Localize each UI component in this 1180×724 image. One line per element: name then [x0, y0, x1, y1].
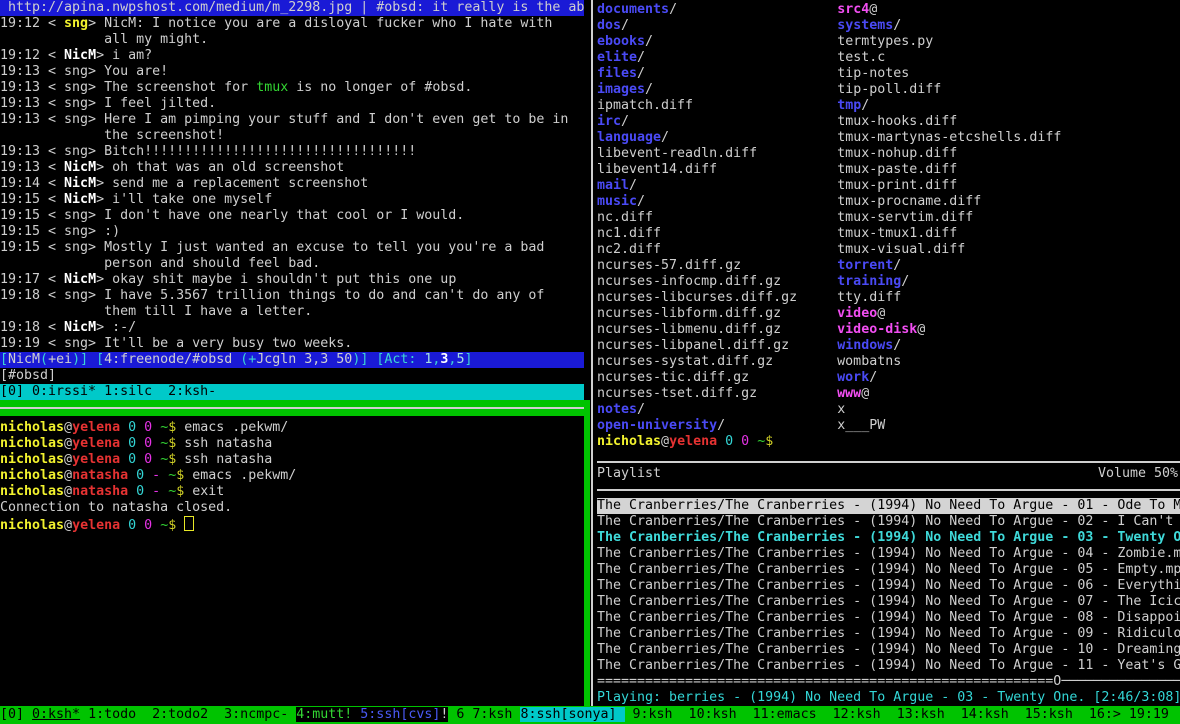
irc-line: 19:13 < sng> Bitch!!!!!!!!!!!!!!!!!!!!!!…	[0, 144, 584, 160]
irc-input-line[interactable]: [#obsd]	[0, 368, 584, 384]
track-row[interactable]: The Cranberries/The Cranberries - (1994)…	[597, 626, 1180, 642]
irc-status-bar: [NicM(+ei)] [4:freenode/#obsd (+Jcgln 3,…	[0, 352, 584, 368]
inner-screen-window-bar[interactable]: [0] 0:irssi* 1:silc 2:ksh-	[0, 384, 584, 400]
split-line	[0, 407, 590, 409]
irc-message-area: 19:12 < sng> NicM: I notice you are a di…	[0, 16, 584, 352]
file-row: nicholas@yelena 0 0 ~$	[597, 434, 1180, 450]
irc-line: 19:18 < sng> I have 5.3567 trillion thin…	[0, 288, 584, 304]
irc-line: 19:14 < NicM> send me a replacement scre…	[0, 176, 584, 192]
file-row: ncurses-libpanel.diff.gz windows/	[597, 338, 1180, 354]
track-row[interactable]: The Cranberries/The Cranberries - (1994)…	[597, 578, 1180, 594]
irc-line: them till I have a letter.	[0, 304, 584, 320]
file-row: nc.diff tmux-servtim.diff	[597, 210, 1180, 226]
irc-line: 19:13 < NicM> oh that was an old screens…	[0, 160, 584, 176]
file-row: nc1.diff tmux-tmux1.diff	[597, 226, 1180, 242]
file-row: ncurses-tic.diff.gz work/	[597, 370, 1180, 386]
file-row: ncurses-libcurses.diff.gz tty.diff	[597, 290, 1180, 306]
playlist-progress-bar[interactable]: ========================================…	[597, 674, 1180, 690]
shell-line: Connection to natasha closed.	[0, 500, 584, 516]
track-row[interactable]: The Cranberries/The Cranberries - (1994)…	[597, 594, 1180, 610]
text-cursor	[184, 516, 194, 531]
irc-pane[interactable]: http://apina.nwpshost.com/medium/m_2298.…	[0, 0, 584, 706]
shell-line: nicholas@yelena 0 0 ~$ emacs .pekwm/	[0, 420, 584, 436]
irc-line: 19:15 < NicM> i'll take one myself	[0, 192, 584, 208]
track-row[interactable]: The Cranberries/The Cranberries - (1994)…	[597, 530, 1180, 546]
file-listing-pane[interactable]: documents/ src4@dos/ systems/ebooks/ ter…	[597, 2, 1180, 450]
playlist-header-line	[597, 489, 1180, 491]
shell-line: nicholas@natasha 0 - ~$ emacs .pekwm/	[0, 468, 584, 484]
shell-line: nicholas@yelena 0 0 ~$	[0, 516, 584, 532]
volume-indicator: Volume 50%	[1098, 466, 1178, 482]
file-row: music/ tmux-procname.diff	[597, 194, 1180, 210]
irc-line: all my might.	[0, 32, 584, 48]
playlist-header: Playlist Volume 50%	[597, 466, 1180, 482]
file-row: images/ tip-poll.diff	[597, 82, 1180, 98]
irc-line: 19:17 < NicM> okay shit maybe i shouldn'…	[0, 272, 584, 288]
file-row: ncurses-libform.diff.gz video@	[597, 306, 1180, 322]
file-row: ncurses-tset.diff.gz www@	[597, 386, 1180, 402]
track-row[interactable]: The Cranberries/The Cranberries - (1994)…	[597, 658, 1180, 674]
shell-line: nicholas@natasha 0 - ~$ exit	[0, 484, 584, 500]
file-row: ncurses-systat.diff.gz wombatns	[597, 354, 1180, 370]
track-row[interactable]: The Cranberries/The Cranberries - (1994)…	[597, 514, 1180, 530]
file-row: documents/ src4@	[597, 2, 1180, 18]
irc-line: 19:19 < sng> It'll be a very busy two we…	[0, 336, 584, 352]
shell-line: nicholas@yelena 0 0 ~$ ssh natasha	[0, 452, 584, 468]
irc-line: 19:13 < sng> You are!	[0, 64, 584, 80]
irc-line: 19:12 < sng> NicM: I notice you are a di…	[0, 16, 584, 32]
shell-line: nicholas@yelena 0 0 ~$ ssh natasha	[0, 436, 584, 452]
irc-line: 19:15 < sng> I don't have one nearly tha…	[0, 208, 584, 224]
track-row[interactable]: The Cranberries/The Cranberries - (1994)…	[597, 562, 1180, 578]
track-row[interactable]: The Cranberries/The Cranberries - (1994)…	[597, 546, 1180, 562]
file-row: open-university/ x___PW	[597, 418, 1180, 434]
file-row: libevent-readln.diff tmux-nohup.diff	[597, 146, 1180, 162]
irc-line: 19:15 < sng> Mostly I just wanted an exc…	[0, 240, 584, 256]
irc-line: the screenshot!	[0, 128, 584, 144]
track-row[interactable]: The Cranberries/The Cranberries - (1994)…	[597, 642, 1180, 658]
file-row: ncurses-libmenu.diff.gz video-disk@	[597, 322, 1180, 338]
playlist-title: Playlist	[597, 466, 661, 482]
pane-border-green	[584, 400, 590, 706]
irc-line: 19:12 < NicM> i am?	[0, 48, 584, 64]
file-row: nc2.diff tmux-visual.diff	[597, 242, 1180, 258]
pane-split-right[interactable]	[597, 461, 1180, 463]
screen-window-bar[interactable]: [0] 0:ksh* 1:todo 2:todo2 3:ncmpc- 4:mut…	[0, 706, 1180, 724]
shell-pane[interactable]: nicholas@yelena 0 0 ~$ emacs .pekwm/nich…	[0, 420, 584, 532]
terminal-screen: http://apina.nwpshost.com/medium/m_2298.…	[0, 0, 1180, 724]
now-playing-status: Playing: berries - (1994) No Need To Arg…	[597, 690, 1180, 706]
file-row: dos/ systems/	[597, 18, 1180, 34]
track-row[interactable]: The Cranberries/The Cranberries - (1994)…	[597, 610, 1180, 626]
file-row: notes/ x	[597, 402, 1180, 418]
file-row: ipmatch.diff tmp/	[597, 98, 1180, 114]
file-row: files/ tip-notes	[597, 66, 1180, 82]
pane-split-horizontal[interactable]	[0, 400, 590, 416]
irc-topic-bar: http://apina.nwpshost.com/medium/m_2298.…	[0, 0, 584, 16]
file-row: ebooks/ termtypes.py	[597, 34, 1180, 50]
pane-divider-vertical[interactable]	[591, 0, 593, 706]
file-row: irc/ tmux-hooks.diff	[597, 114, 1180, 130]
irc-line: 19:15 < sng> :)	[0, 224, 584, 240]
file-row: libevent14.diff tmux-paste.diff	[597, 162, 1180, 178]
now-playing-text: Playing: berries - (1994) No Need To Arg…	[597, 690, 1180, 706]
playlist-tracks[interactable]: The Cranberries/The Cranberries - (1994)…	[597, 498, 1180, 674]
progress-line: ========================================…	[597, 674, 1180, 690]
irc-line: 19:13 < sng> The screenshot for tmux is …	[0, 80, 584, 96]
music-player-pane[interactable]: Playlist Volume 50% The Cranberries/The …	[597, 466, 1180, 706]
file-row: mail/ tmux-print.diff	[597, 178, 1180, 194]
irc-line: 19:18 < NicM> :-/	[0, 320, 584, 336]
file-row: ncurses-infocmp.diff.gz training/	[597, 274, 1180, 290]
irc-line: person and should feel bad.	[0, 256, 584, 272]
file-row: elite/ test.c	[597, 50, 1180, 66]
file-row: language/ tmux-martynas-etcshells.diff	[597, 130, 1180, 146]
track-row[interactable]: The Cranberries/The Cranberries - (1994)…	[597, 498, 1180, 514]
irc-input-text: [#obsd]	[0, 368, 584, 384]
irc-line: 19:13 < sng> I feel jilted.	[0, 96, 584, 112]
irc-line: 19:13 < sng> Here I am pimping your stuf…	[0, 112, 584, 128]
file-row: ncurses-57.diff.gz torrent/	[597, 258, 1180, 274]
